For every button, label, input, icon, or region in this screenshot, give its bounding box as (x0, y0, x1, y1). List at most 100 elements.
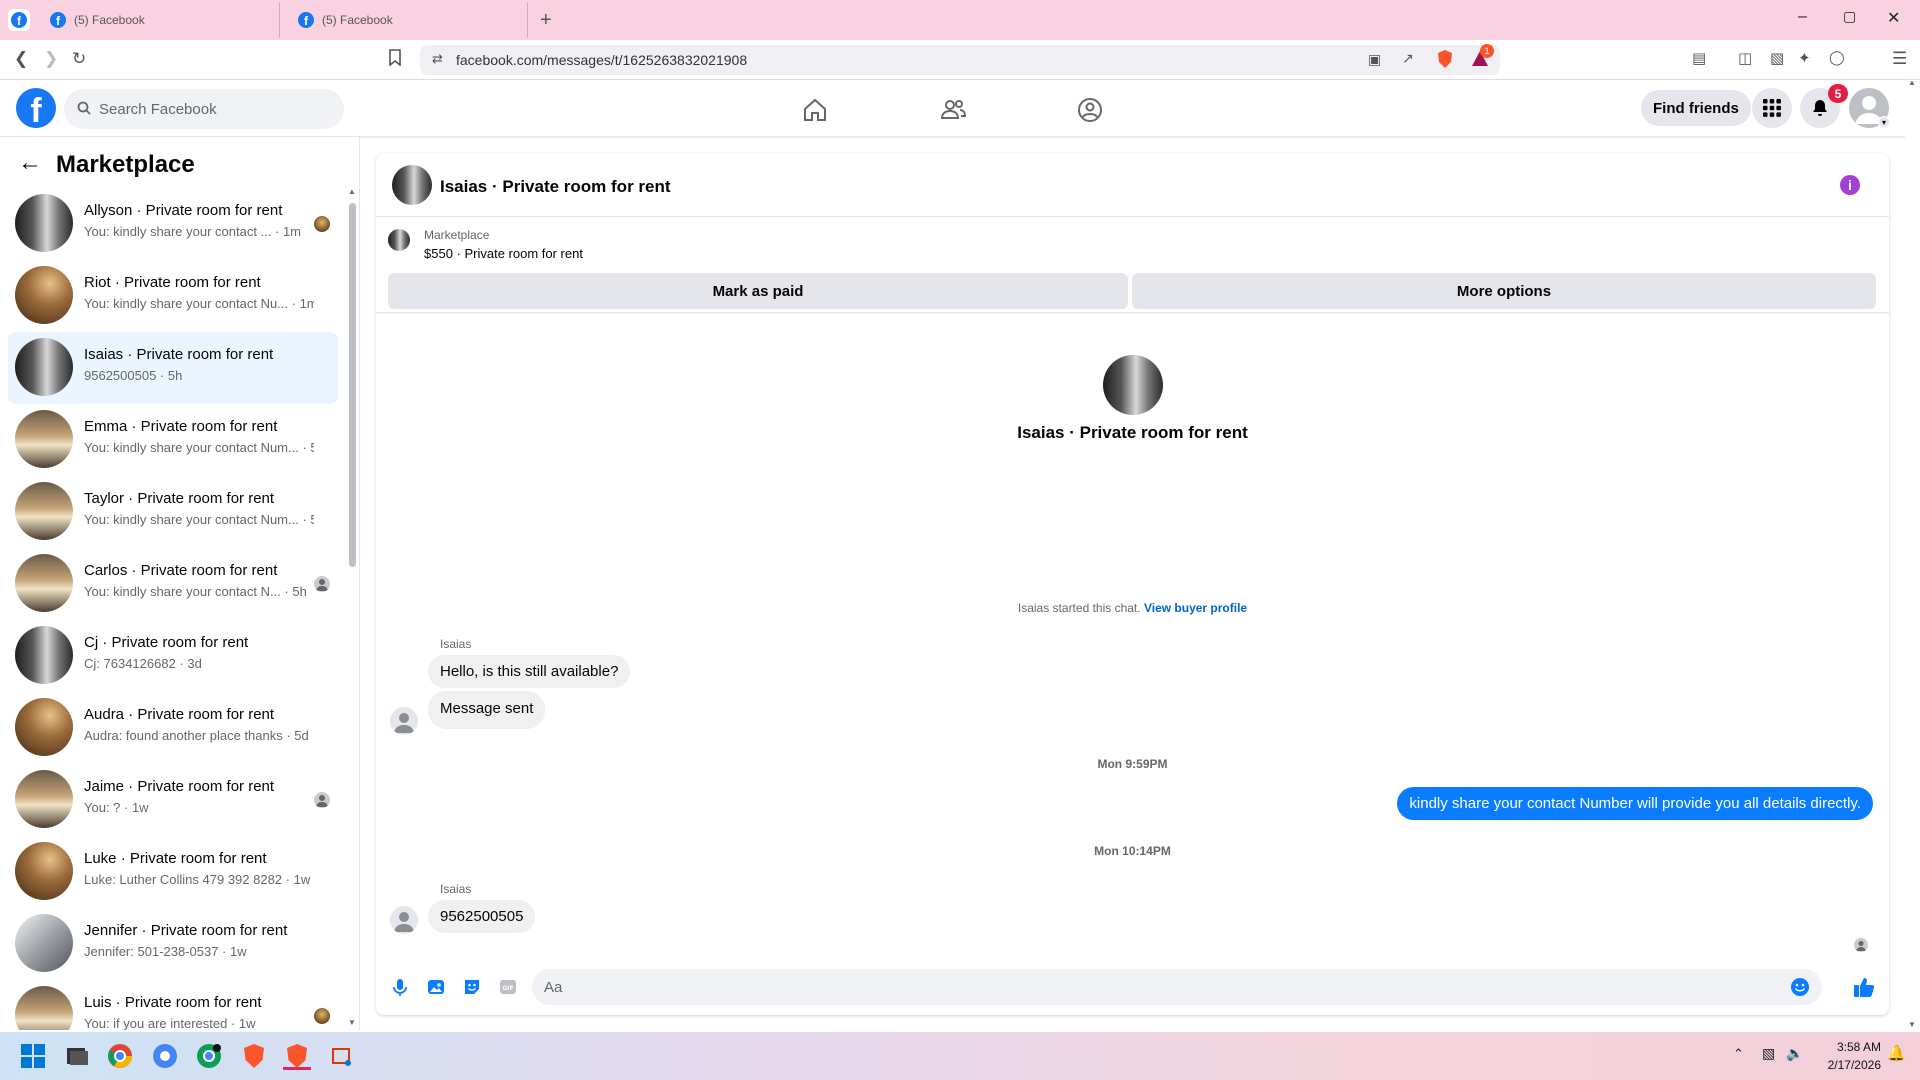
cast-icon[interactable]: ▣ (1368, 51, 1381, 68)
conversation-row[interactable]: Emma · Private room for rent You: kindly … (8, 404, 338, 476)
outgoing-message[interactable]: kindly share your contact Number will pr… (1397, 787, 1873, 820)
friends-icon[interactable] (939, 96, 967, 124)
windows-start-icon[interactable] (19, 1042, 47, 1070)
conversation-row[interactable]: Jennifer · Private room for rent Jennifer… (8, 908, 338, 980)
page-scrollbar[interactable]: ▲ ▼ (1905, 78, 1920, 1033)
listing-price[interactable]: $550 · Private room for rent (424, 246, 583, 261)
conversation-row[interactable]: Isaias · Private room for rent 9562500505… (8, 332, 338, 404)
bookmark-icon[interactable] (388, 49, 402, 71)
conversation-name: Audra · Private room for rent (84, 706, 275, 723)
menu-grid-button[interactable] (1752, 88, 1792, 128)
facebook-logo[interactable]: f (16, 88, 56, 128)
chevron-down-icon[interactable]: ▾ (1878, 116, 1890, 128)
conversation-row[interactable]: Allyson · Private room for rent You: kind… (8, 188, 338, 260)
reload-icon[interactable]: ↻ (72, 49, 86, 69)
listing-label: Marketplace (424, 228, 490, 242)
scroll-up-icon[interactable]: ▲ (1908, 78, 1916, 87)
read-receipt-avatar (314, 576, 330, 592)
more-options-button[interactable]: More options (1132, 273, 1876, 309)
network-icon[interactable]: ▧ (1762, 1045, 1775, 1062)
sender-avatar[interactable] (390, 906, 418, 934)
message-box[interactable] (532, 969, 1822, 1005)
menu-icon[interactable]: ☰ (1892, 49, 1907, 69)
vpn-icon[interactable]: ◯ (1829, 49, 1845, 66)
conversation-avatar[interactable] (1103, 355, 1163, 415)
find-friends-button[interactable]: Find friends (1641, 90, 1751, 126)
emoji-icon[interactable] (1790, 977, 1810, 997)
volume-icon[interactable]: 🔈 (1786, 1045, 1803, 1062)
close-window-button[interactable]: ✕ (1887, 8, 1900, 28)
bell-icon (1813, 100, 1827, 116)
conversation-list: Allyson · Private room for rent You: kind… (8, 188, 338, 1030)
back-arrow-icon[interactable]: ← (18, 149, 42, 177)
forward-icon[interactable]: ❯ (44, 49, 58, 69)
search-input[interactable] (99, 100, 299, 118)
back-icon[interactable]: ❮ (14, 49, 28, 69)
chat-avatar[interactable] (392, 165, 432, 205)
browser-tab-2[interactable]: f (5) Facebook (298, 2, 528, 38)
clock-date[interactable]: 2/17/2026 (1815, 1058, 1881, 1072)
marketplace-sidebar: ← Marketplace Allyson · Private room for… (0, 137, 360, 1030)
conversation-row[interactable]: Audra · Private room for rent Audra: foun… (8, 692, 338, 764)
wallet-icon[interactable]: ▧ (1770, 49, 1784, 67)
conversation-thumbnail (15, 698, 73, 756)
search-box[interactable] (64, 89, 344, 129)
clock-time[interactable]: 3:58 AM (1825, 1040, 1881, 1054)
conversation-row[interactable]: Luis · Private room for rent You: if you … (8, 980, 338, 1030)
notification-bell-icon[interactable]: 🔔 (1887, 1044, 1906, 1062)
chat-title[interactable]: Isaias · Private room for rent (440, 177, 671, 197)
scroll-down-icon[interactable]: ▼ (348, 1018, 356, 1027)
site-info-icon[interactable]: ⇄ (432, 51, 443, 67)
message-timestamp: Mon 10:14PM (1094, 844, 1171, 858)
conversation-snippet: You: kindly share your contact N... · 5h (84, 584, 307, 599)
seen-indicator-avatar (1854, 938, 1868, 952)
mark-as-paid-button[interactable]: Mark as paid (388, 273, 1128, 309)
conversation-row[interactable]: Cj · Private room for rent Cj: 7634126682… (8, 620, 338, 692)
facebook-favicon-icon: f (50, 12, 66, 28)
info-icon[interactable]: i (1840, 175, 1860, 195)
chrome-profile-icon[interactable] (151, 1042, 179, 1070)
minimize-button[interactable]: – (1798, 8, 1807, 26)
thumbs-up-icon[interactable] (1853, 976, 1875, 998)
url-text[interactable]: facebook.com/messages/t/1625263832021908 (456, 52, 747, 68)
conversation-row[interactable]: Jaime · Private room for rent You: ? · 1w (8, 764, 338, 836)
brave-shields-icon[interactable] (1436, 49, 1454, 74)
share-icon[interactable]: ↗ (1402, 50, 1414, 67)
brave-active-icon[interactable] (283, 1042, 311, 1070)
chrome-alt-icon[interactable] (195, 1042, 223, 1070)
snipping-tool-icon[interactable] (328, 1042, 356, 1070)
conversation-row[interactable]: Taylor · Private room for rent You: kindl… (8, 476, 338, 548)
chrome-icon[interactable] (106, 1042, 134, 1070)
sidebar-scrollbar[interactable] (349, 203, 356, 567)
brave-icon[interactable] (240, 1042, 268, 1070)
sidebar-icon[interactable]: ◫ (1738, 49, 1752, 67)
groups-icon[interactable] (1076, 96, 1104, 124)
incoming-message[interactable]: Message sent (428, 691, 546, 729)
maximize-button[interactable]: ▢ (1843, 8, 1856, 25)
incoming-message[interactable]: 9562500505 (428, 900, 536, 933)
conversation-row[interactable]: Luke · Private room for rent Luke: Luther… (8, 836, 338, 908)
conversation-row[interactable]: Carlos · Private room for rent You: kindl… (8, 548, 338, 620)
sticker-icon[interactable] (462, 977, 482, 997)
conversation-row[interactable]: Riot · Private room for rent You: kindly … (8, 260, 338, 332)
address-bar[interactable]: ⇄ facebook.com/messages/t/16252638320219… (420, 44, 1500, 75)
scroll-up-icon[interactable]: ▲ (348, 187, 356, 196)
message-input[interactable] (544, 969, 1784, 1005)
sender-avatar[interactable] (390, 707, 418, 735)
listing-thumbnail[interactable] (388, 229, 410, 251)
microphone-icon[interactable] (390, 977, 410, 997)
conversation-thumbnail (15, 914, 73, 972)
file-explorer-icon[interactable] (63, 1042, 91, 1070)
tab-search-icon[interactable]: ▤ (1692, 49, 1706, 67)
incoming-message[interactable]: Hello, is this still available? (428, 655, 631, 688)
scroll-down-icon[interactable]: ▼ (1908, 1020, 1916, 1029)
view-buyer-profile-link[interactable]: View buyer profile (1144, 601, 1247, 615)
browser-tab-1[interactable]: f (5) Facebook (50, 2, 280, 38)
photo-icon[interactable] (426, 977, 446, 997)
gif-icon[interactable]: GIF (498, 977, 518, 997)
new-tab-button[interactable]: + (540, 2, 552, 38)
home-icon[interactable] (801, 96, 829, 124)
pinned-tab[interactable]: f (8, 2, 32, 38)
show-hidden-icons-icon[interactable]: ⌃ (1733, 1046, 1744, 1062)
leo-ai-icon[interactable]: ✦ (1798, 49, 1811, 67)
